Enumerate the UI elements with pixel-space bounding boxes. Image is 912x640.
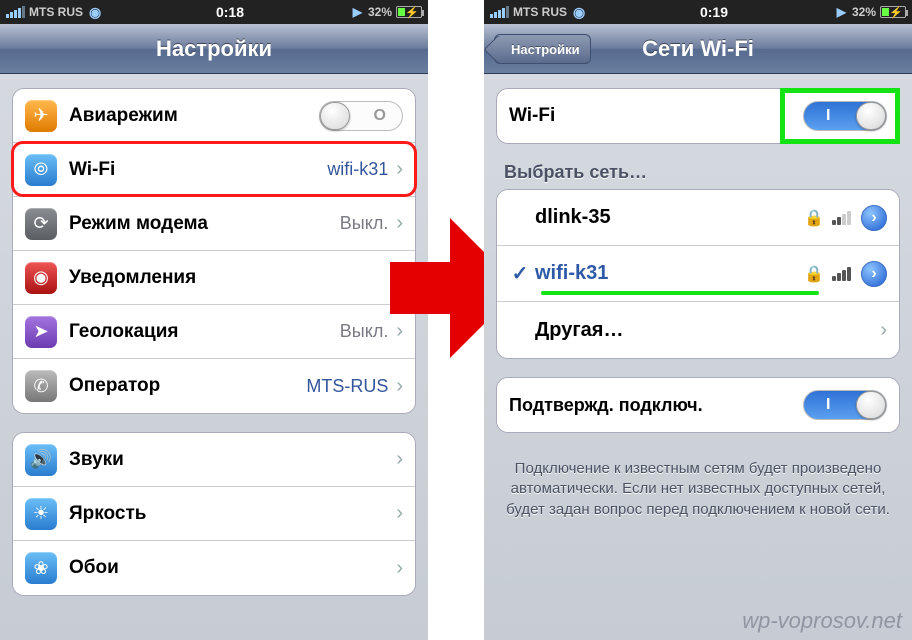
row-ask-to-join[interactable]: Подтвержд. подключ.: [497, 378, 899, 432]
row-notifications[interactable]: ◉ Уведомления ›: [13, 251, 415, 305]
chevron-right-icon: ›: [396, 502, 403, 525]
carrier-value: MTS-RUS: [306, 376, 388, 397]
wifi-row-icon: ⦾: [25, 154, 57, 186]
section-choose-network: Выбрать сеть…: [496, 162, 900, 189]
notifications-icon: ◉: [25, 262, 57, 294]
carrier-label: MTS RUS: [513, 5, 567, 19]
carrier-icon: ✆: [25, 370, 57, 402]
wallpaper-icon: ❀: [25, 552, 57, 584]
network-name: dlink-35: [535, 206, 804, 229]
row-brightness[interactable]: ☀ Яркость ›: [13, 487, 415, 541]
brightness-label: Яркость: [69, 503, 396, 525]
chevron-right-icon: ›: [396, 375, 403, 398]
settings-group-1: ✈ Авиарежим ⦾ Wi-Fi wifi-k31 › ⟳ Режим м…: [12, 88, 416, 414]
chevron-right-icon: ›: [396, 448, 403, 471]
wifi-toggle-group: Wi-Fi: [496, 88, 900, 144]
airplane-toggle[interactable]: [319, 101, 403, 131]
sound-label: Звуки: [69, 449, 396, 471]
notifications-label: Уведомления: [69, 267, 396, 289]
battery-percent: 32%: [852, 5, 876, 19]
content: ✈ Авиарежим ⦾ Wi-Fi wifi-k31 › ⟳ Режим м…: [0, 74, 428, 628]
status-bar: MTS RUS ◉ 0:18 ▶ 32% ⚡: [0, 0, 428, 24]
wifi-label: Wi-Fi: [69, 159, 327, 181]
row-wifi-toggle[interactable]: Wi-Fi: [497, 89, 899, 143]
chevron-right-icon: ›: [396, 557, 403, 580]
status-bar: MTS RUS ◉ 0:19 ▶ 32% ⚡: [484, 0, 912, 24]
play-icon: ▶: [837, 5, 846, 19]
wifi-icon: ◉: [573, 5, 585, 19]
nav-bar: Настройки Сети Wi-Fi: [484, 24, 912, 74]
row-wallpaper[interactable]: ❀ Обои ›: [13, 541, 415, 595]
network-other[interactable]: Другая… ›: [497, 302, 899, 358]
phone-settings: MTS RUS ◉ 0:18 ▶ 32% ⚡ Настройки ✈ Авиар…: [0, 0, 428, 640]
settings-group-2: 🔊 Звуки › ☀ Яркость › ❀ Обои ›: [12, 432, 416, 596]
row-carrier[interactable]: ✆ Оператор MTS-RUS ›: [13, 359, 415, 413]
footer-text: Подключение к известным сетям будет прои…: [496, 451, 900, 520]
network-detail-button[interactable]: [861, 261, 887, 287]
ask-group: Подтвержд. подключ.: [496, 377, 900, 433]
wifi-toggle[interactable]: [803, 101, 887, 131]
wallpaper-label: Обои: [69, 557, 396, 579]
lock-icon: 🔒: [804, 264, 824, 284]
ask-label: Подтвержд. подключ.: [509, 395, 803, 416]
hotspot-icon: ⟳: [25, 208, 57, 240]
battery-percent: 32%: [368, 5, 392, 19]
clock: 0:19: [591, 4, 837, 20]
checkmark-icon: ✓: [509, 261, 531, 286]
location-label: Геолокация: [69, 321, 340, 343]
lock-icon: 🔒: [804, 208, 824, 228]
page-title: Сети Wi-Fi: [642, 36, 754, 62]
row-location[interactable]: ➤ Геолокация Выкл. ›: [13, 305, 415, 359]
location-value: Выкл.: [340, 321, 389, 342]
network-other-label: Другая…: [535, 319, 880, 342]
hotspot-value: Выкл.: [340, 213, 389, 234]
wifi-toggle-label: Wi-Fi: [509, 105, 803, 127]
highlight-connected-underline: [541, 291, 819, 295]
network-detail-button[interactable]: [861, 205, 887, 231]
watermark: wp-voprosov.net: [742, 608, 902, 634]
sound-icon: 🔊: [25, 444, 57, 476]
signal-icon: [832, 267, 851, 281]
row-hotspot[interactable]: ⟳ Режим модема Выкл. ›: [13, 197, 415, 251]
chevron-right-icon: ›: [880, 319, 887, 342]
signal-bars-icon: [6, 6, 25, 18]
location-icon: ➤: [25, 316, 57, 348]
battery-icon: ⚡: [880, 6, 906, 18]
back-label: Настройки: [511, 42, 580, 57]
signal-icon: [832, 211, 851, 225]
network-name: wifi-k31: [535, 262, 804, 285]
back-button[interactable]: Настройки: [494, 34, 591, 64]
network-dlink35[interactable]: dlink-35 🔒: [497, 190, 899, 246]
signal-bars-icon: [490, 6, 509, 18]
row-airplane-mode[interactable]: ✈ Авиарежим: [13, 89, 415, 143]
networks-group: dlink-35 🔒 ✓ wifi-k31 🔒 Другая… ›: [496, 189, 900, 359]
carrier-label: MTS RUS: [29, 5, 83, 19]
row-sounds[interactable]: 🔊 Звуки ›: [13, 433, 415, 487]
hotspot-label: Режим модема: [69, 213, 340, 235]
phone-wifi-settings: MTS RUS ◉ 0:19 ▶ 32% ⚡ Настройки Сети Wi…: [484, 0, 912, 640]
ask-toggle[interactable]: [803, 390, 887, 420]
airplane-icon: ✈: [25, 100, 57, 132]
wifi-value: wifi-k31: [327, 159, 388, 180]
page-title: Настройки: [156, 36, 272, 62]
play-icon: ▶: [353, 5, 362, 19]
clock: 0:18: [107, 4, 353, 20]
battery-icon: ⚡: [396, 6, 422, 18]
chevron-right-icon: ›: [396, 158, 403, 181]
nav-bar: Настройки: [0, 24, 428, 74]
row-wifi[interactable]: ⦾ Wi-Fi wifi-k31 ›: [13, 143, 415, 197]
carrier-row-label: Оператор: [69, 375, 306, 397]
brightness-icon: ☀: [25, 498, 57, 530]
content: Wi-Fi Выбрать сеть… dlink-35 🔒 ✓ wifi-k3…: [484, 74, 912, 534]
network-wifi-k31[interactable]: ✓ wifi-k31 🔒: [497, 246, 899, 302]
wifi-icon: ◉: [89, 5, 101, 19]
airplane-label: Авиарежим: [69, 105, 319, 127]
